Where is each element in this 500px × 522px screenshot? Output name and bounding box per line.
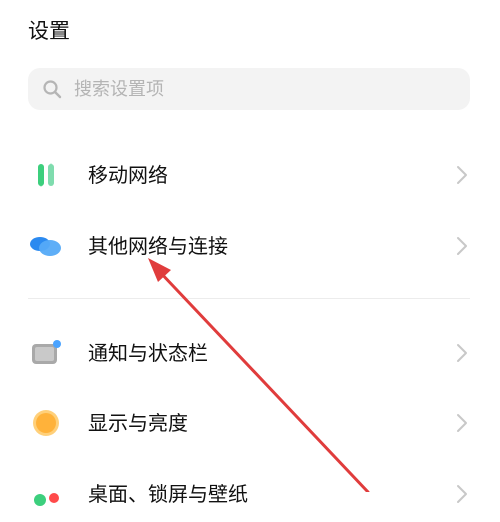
chevron-right-icon bbox=[457, 237, 467, 255]
page-title: 设置 bbox=[28, 19, 70, 43]
chevron-right-icon bbox=[457, 344, 467, 362]
settings-item-display-brightness[interactable]: 显示与亮度 bbox=[0, 395, 500, 451]
settings-item-label: 通知与状态栏 bbox=[88, 341, 208, 365]
chevron-right-icon bbox=[457, 485, 467, 503]
settings-item-label: 显示与亮度 bbox=[88, 411, 188, 435]
brightness-icon bbox=[28, 407, 64, 439]
chevron-right-icon bbox=[457, 414, 467, 432]
settings-item-mobile-network[interactable]: 移动网络 bbox=[0, 147, 500, 203]
settings-item-label: 桌面、锁屏与壁纸 bbox=[88, 482, 248, 506]
search-bar[interactable] bbox=[28, 68, 470, 110]
connections-icon bbox=[28, 230, 64, 262]
chevron-right-icon bbox=[457, 166, 467, 184]
mobile-network-icon bbox=[28, 159, 64, 191]
settings-item-label: 移动网络 bbox=[88, 163, 168, 187]
search-input[interactable] bbox=[74, 78, 454, 100]
settings-item-wallpaper[interactable]: 桌面、锁屏与壁纸 bbox=[0, 466, 500, 522]
wallpaper-icon bbox=[28, 478, 64, 510]
notification-icon bbox=[28, 337, 64, 369]
settings-item-other-connections[interactable]: 其他网络与连接 bbox=[0, 218, 500, 274]
search-icon bbox=[40, 77, 64, 101]
settings-item-notifications[interactable]: 通知与状态栏 bbox=[0, 325, 500, 381]
section-divider bbox=[28, 298, 470, 299]
settings-item-label: 其他网络与连接 bbox=[88, 234, 228, 258]
